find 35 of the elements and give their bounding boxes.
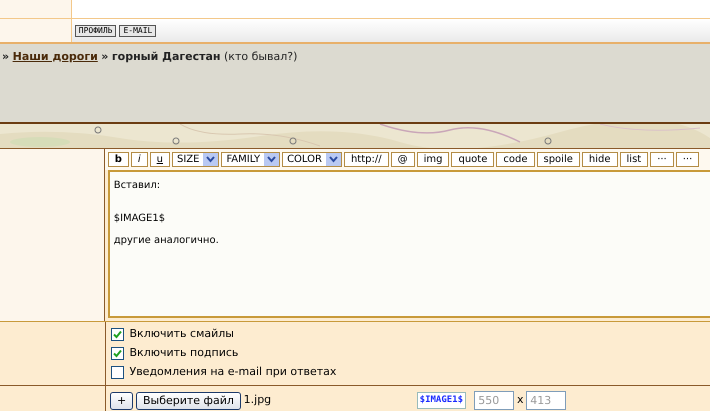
format-button[interactable]: ··· bbox=[650, 152, 674, 167]
separator-text: » bbox=[2, 50, 10, 63]
format-button[interactable]: @ bbox=[390, 152, 415, 167]
forum-link[interactable]: Наши дороги bbox=[12, 50, 98, 63]
format-button[interactable]: u bbox=[150, 152, 170, 167]
add-button[interactable]: + bbox=[110, 392, 134, 410]
topic-title: горный Дагестан bbox=[112, 50, 221, 63]
format-button[interactable]: ··· bbox=[676, 152, 700, 167]
checkbox-label: Включить смайлы bbox=[130, 326, 234, 342]
format-button[interactable]: spoile bbox=[536, 152, 580, 167]
checkbox-label: Уведомления на e-mail при ответах bbox=[130, 364, 336, 380]
format-button[interactable]: quote bbox=[451, 152, 494, 167]
checkbox-label: Включить подпись bbox=[130, 345, 238, 362]
checkbox[interactable] bbox=[111, 328, 124, 341]
format-dropdown[interactable]: COLOR bbox=[282, 152, 342, 167]
format-button[interactable]: b bbox=[108, 152, 129, 167]
separator-text: » bbox=[101, 50, 108, 63]
topic-note: (кто бывал?) bbox=[224, 50, 298, 63]
message-textarea[interactable]: Вставил: $IMAGE1$ другие аналогично. bbox=[108, 170, 710, 318]
choose-file-button[interactable]: Выберите файл bbox=[136, 392, 241, 410]
format-button[interactable]: hide bbox=[582, 152, 618, 167]
format-button[interactable]: list bbox=[620, 152, 648, 167]
format-button[interactable]: i bbox=[130, 152, 148, 167]
format-button[interactable]: img bbox=[416, 152, 450, 167]
format-dropdown[interactable]: FAMILY bbox=[221, 152, 280, 167]
times-sign: x bbox=[517, 392, 524, 408]
image-tag[interactable]: $IMAGE1$ bbox=[416, 392, 466, 410]
format-button[interactable]: code bbox=[496, 152, 534, 167]
file-name: 1.jpg bbox=[244, 392, 272, 408]
format-button[interactable]: http:// bbox=[344, 152, 389, 167]
checkbox[interactable] bbox=[111, 347, 124, 360]
checkbox[interactable] bbox=[111, 366, 124, 379]
format-dropdown[interactable]: SIZE bbox=[172, 152, 220, 167]
profile-button[interactable]: ПРОФИЛЬ bbox=[74, 24, 116, 36]
email-button[interactable]: E-MAIL bbox=[119, 24, 156, 36]
